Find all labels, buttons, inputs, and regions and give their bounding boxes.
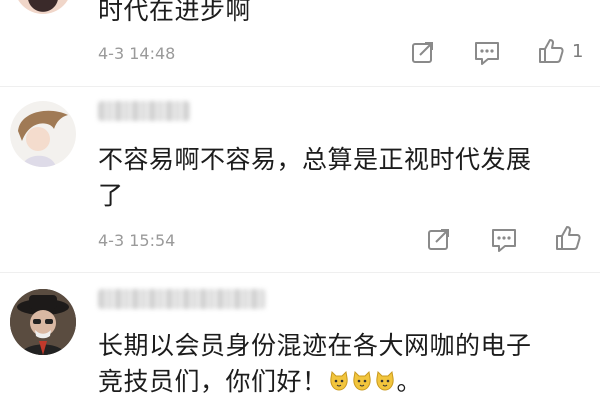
comment-text: 时代在进步啊: [98, 0, 252, 25]
thumbs-up-icon: [556, 226, 581, 250]
cat-face-emoji-icon: [352, 370, 371, 391]
comment-icon: [492, 229, 516, 252]
comment-text-span: 竞技员们，你们好！: [98, 367, 328, 396]
comment-time: 4-3 15:54: [98, 231, 176, 250]
share-button[interactable]: [408, 38, 438, 68]
comment-item-2: 不容易啊不容易，总算是正视时代发展 了 4-3 15:54: [0, 87, 600, 272]
comment-text-line-2: 了: [98, 181, 124, 210]
user-avatar[interactable]: [10, 289, 76, 355]
comment-time: 4-3 14:48: [98, 44, 176, 63]
cat-face-emoji-icon: [375, 370, 394, 391]
share-button[interactable]: [424, 225, 454, 255]
thumbs-up-icon: [539, 39, 564, 63]
comment-text-line-1: 长期以会员身份混迹在各大网咖的电子: [98, 331, 532, 360]
emoji-group: [328, 367, 397, 396]
comment-button[interactable]: [472, 38, 502, 68]
comment-button[interactable]: [489, 225, 519, 255]
comment-text-suffix: 。: [396, 367, 423, 396]
like-count: 1: [572, 41, 584, 62]
comment-icon: [475, 42, 499, 65]
share-icon: [412, 42, 433, 63]
comment-item-3: 长期以会员身份混迹在各大网咖的电子 竞技员们，你们好！ 。: [0, 273, 600, 396]
like-button[interactable]: [553, 223, 583, 253]
user-avatar[interactable]: [10, 101, 76, 167]
comment-text-line-2: 竞技员们，你们好！ 。: [98, 363, 422, 401]
comment-item-1: 时代在进步啊 4-3 14:48 1: [0, 0, 600, 86]
share-icon: [428, 229, 449, 250]
username[interactable]: [98, 289, 266, 309]
comment-text-line-1: 不容易啊不容易，总算是正视时代发展: [98, 145, 532, 174]
username[interactable]: [98, 101, 190, 121]
like-button[interactable]: [536, 36, 566, 66]
user-avatar[interactable]: [14, 0, 72, 14]
cat-face-emoji-icon: [329, 370, 348, 391]
